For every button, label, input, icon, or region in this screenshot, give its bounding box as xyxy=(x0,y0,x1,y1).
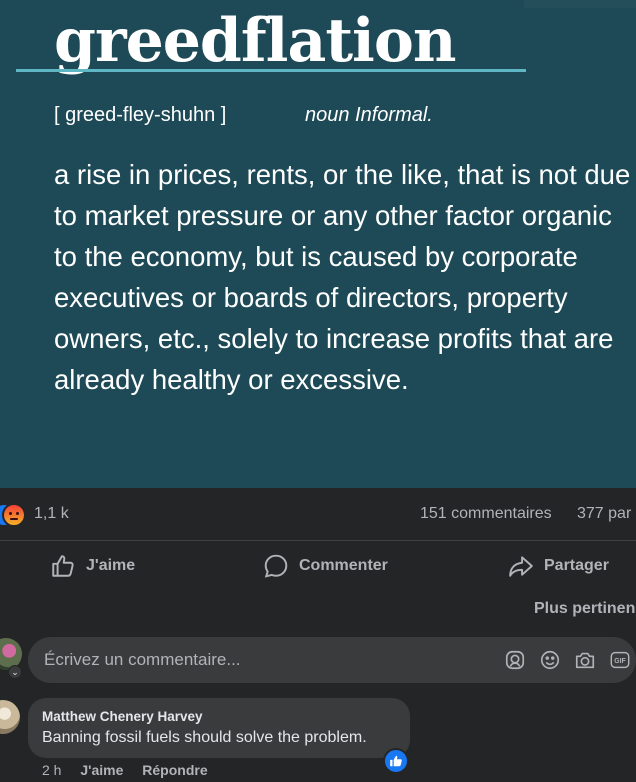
like-button[interactable]: J'aime xyxy=(50,541,135,591)
avatar-sticker-icon[interactable] xyxy=(504,649,526,671)
comments-count[interactable]: 151 commentaires xyxy=(420,505,552,523)
comment-like-link[interactable]: J'aime xyxy=(80,762,123,778)
angry-reaction-icon xyxy=(2,503,26,527)
camera-icon[interactable] xyxy=(574,649,596,671)
reaction-count[interactable]: 1,1 k xyxy=(34,505,69,523)
post-action-bar: J'aime Commenter Partager xyxy=(0,541,636,591)
comment-composer[interactable]: GIF xyxy=(28,637,636,683)
comment-reply-link[interactable]: Répondre xyxy=(142,762,207,778)
comment-bubble: Matthew Chenery Harvey Banning fossil fu… xyxy=(28,698,410,758)
comment-author[interactable]: Matthew Chenery Harvey xyxy=(42,709,203,724)
reactions-summary: 1,1 k 151 commentaires 377 par xyxy=(0,488,636,541)
comment-timestamp[interactable]: 2 h xyxy=(42,762,61,778)
comment-sort-selector[interactable]: Plus pertinen xyxy=(534,600,635,618)
comment-button-label: Commenter xyxy=(299,557,388,574)
commenter-avatar[interactable] xyxy=(0,700,20,734)
comment-like-reaction-icon[interactable] xyxy=(383,748,409,774)
part-of-speech: noun Informal. xyxy=(305,104,433,126)
title-underline xyxy=(16,69,526,72)
comment-bubble-icon xyxy=(264,554,288,578)
chevron-down-icon[interactable]: ⌄ xyxy=(8,665,22,679)
gif-icon[interactable]: GIF xyxy=(609,649,631,671)
share-button-label: Partager xyxy=(544,557,609,574)
emoji-icon[interactable] xyxy=(539,649,561,671)
thumbs-up-icon xyxy=(390,755,402,767)
pronunciation: [ greed-fley-shuhn ] xyxy=(54,104,227,126)
svg-text:GIF: GIF xyxy=(614,658,625,665)
comment-input[interactable] xyxy=(42,649,486,671)
reaction-icons[interactable] xyxy=(0,503,28,527)
thumbs-up-icon xyxy=(52,555,74,577)
definition-text: a rise in prices, rents, or the like, th… xyxy=(54,159,631,395)
share-button[interactable]: Partager xyxy=(508,541,609,591)
shares-count[interactable]: 377 par xyxy=(577,505,631,523)
comment-button[interactable]: Commenter xyxy=(263,541,388,591)
image-edge-strip xyxy=(524,0,636,8)
comment-meta: 2 h J'aime Répondre xyxy=(42,762,223,778)
post-image[interactable]: greedflation [ greed-fley-shuhn ] noun I… xyxy=(0,0,636,488)
share-arrow-icon xyxy=(509,556,533,577)
comment-text: Banning fossil fuels should solve the pr… xyxy=(42,729,367,746)
dictionary-word: greedflation xyxy=(54,6,456,76)
like-button-label: J'aime xyxy=(86,557,136,574)
